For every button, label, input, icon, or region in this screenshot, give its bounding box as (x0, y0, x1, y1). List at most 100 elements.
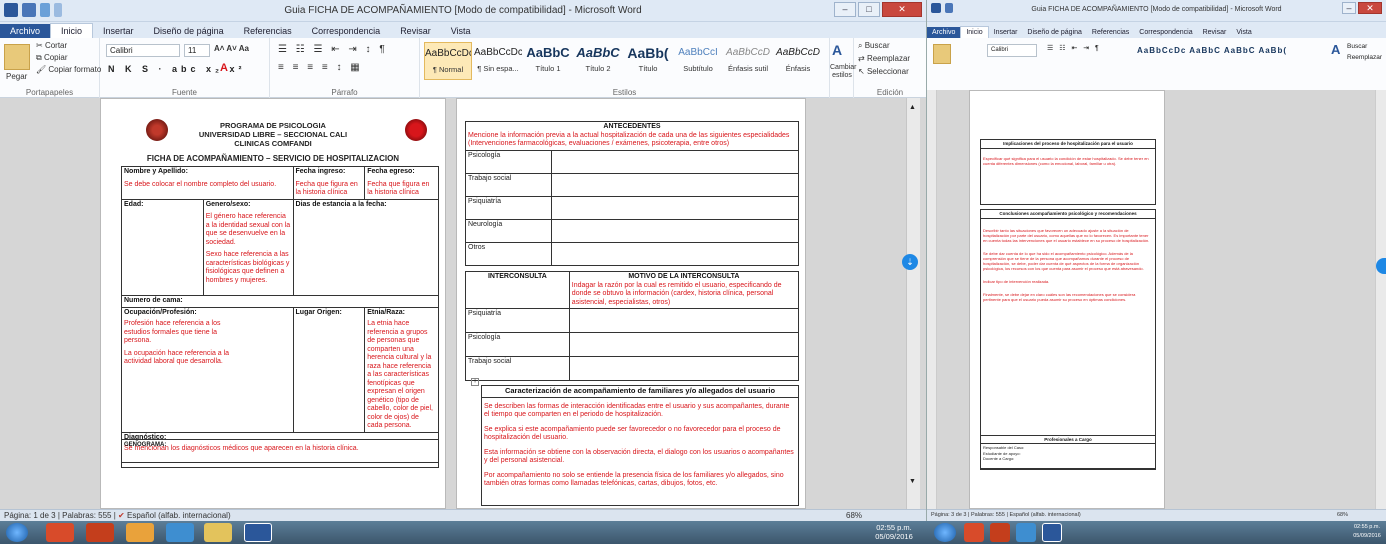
language-indicator[interactable]: Español (alfab. internacional) (1009, 512, 1080, 518)
caracterizacion-cell[interactable]: Se describen las formas de interacción i… (481, 396, 799, 506)
table-move-handle-icon[interactable]: + (471, 378, 479, 386)
replace-button[interactable]: Reemplazar (1347, 54, 1382, 61)
system-clock[interactable]: 02:55 p.m. 05/09/2016 (1350, 523, 1384, 541)
tab-vista[interactable]: Vista (441, 24, 481, 38)
grow-shrink-font-icon[interactable]: A˄ A˅ Aa (214, 44, 249, 53)
start-button-icon[interactable] (6, 523, 28, 542)
style-enfasis[interactable]: AaBbCcD Énfasis (774, 42, 822, 80)
style-enfasis-sutil[interactable]: AaBbCcD Énfasis sutil (724, 42, 772, 80)
tab-insertar[interactable]: Insertar (93, 24, 144, 38)
powerpoint-icon[interactable] (86, 523, 114, 542)
style-sin-espaciado[interactable]: AaBbCcDc ¶ Sin espa... (474, 42, 522, 80)
find-button[interactable]: Buscar (1347, 43, 1367, 50)
document-workspace[interactable]: PROGRAMA DE PSICOLOGIA UNIVERSIDAD LIBRE… (0, 98, 926, 509)
tab-referencias[interactable]: Referencias (234, 24, 302, 38)
style-titulo-1[interactable]: AaBbC Título 1 (524, 42, 572, 80)
scroll-up-icon[interactable]: ▲ (909, 104, 918, 112)
close-button[interactable]: ✕ (882, 2, 922, 17)
document-page-3[interactable]: Implicaciones del proceso de hospitaliza… (969, 90, 1165, 509)
word-count[interactable]: Palabras: 555 (971, 512, 1005, 518)
tab-correspondencia[interactable]: Correspondencia (302, 24, 391, 38)
close-button[interactable]: ✕ (1358, 2, 1382, 14)
minimize-button[interactable]: – (834, 2, 856, 17)
system-clock[interactable]: 02:55 p.m. 05/09/2016 (866, 523, 922, 541)
antecedentes-value-cell[interactable] (550, 149, 800, 174)
ie-icon[interactable] (166, 523, 194, 542)
style-titulo-2[interactable]: AaBbC Título 2 (574, 42, 622, 80)
tab-archivo[interactable]: Archivo (0, 24, 51, 38)
minimize-button[interactable]: – (1342, 2, 1356, 14)
paste-button[interactable]: Pegar (6, 72, 27, 81)
tab-referencias[interactable]: Referencias (1087, 27, 1134, 38)
replace-button[interactable]: ⇄ Reemplazar (858, 54, 910, 63)
fecha-egreso-cell[interactable]: Fecha egreso: Fecha que figura en la his… (364, 166, 439, 200)
interconsulta-value-cell[interactable] (568, 332, 800, 357)
folder-icon[interactable] (204, 523, 232, 542)
page-count[interactable]: Página: 1 de 3 (4, 511, 56, 520)
maximize-button[interactable]: □ (858, 2, 880, 17)
copy-button[interactable]: ⧉ Copiar (36, 53, 68, 63)
implicaciones-cell[interactable]: Especificar qué significa para el usuari… (980, 147, 1156, 205)
start-button-icon[interactable] (934, 523, 956, 542)
ie-icon[interactable] (1016, 523, 1036, 542)
antecedentes-value-cell[interactable] (550, 195, 800, 220)
chrome-icon[interactable] (46, 523, 74, 542)
tab-inicio[interactable]: Inicio (50, 23, 94, 38)
vertical-scrollbar[interactable] (1375, 90, 1386, 509)
floating-assistant-icon[interactable]: ⇣ (902, 254, 918, 270)
list-buttons-icon[interactable]: ☰ ☷ ☰ ⇤ ⇥ ↕ ¶ (278, 44, 388, 55)
antecedentes-value-cell[interactable] (550, 241, 800, 266)
select-button[interactable]: ↖ Seleccionar (858, 67, 909, 76)
scroll-down-icon[interactable]: ▼ (909, 478, 918, 486)
media-icon[interactable] (126, 523, 154, 542)
genero-cell[interactable]: Genero/sexo: El género hace referencia a… (202, 198, 294, 296)
etnia-cell[interactable]: Etnia/Raza: La etnia hace referencia a g… (364, 306, 439, 433)
word-count[interactable]: Palabras: 555 (62, 511, 111, 520)
tab-vista[interactable]: Vista (1231, 27, 1256, 38)
tab-revisar[interactable]: Revisar (390, 24, 441, 38)
paste-icon[interactable] (933, 44, 951, 64)
lugar-origen-cell[interactable]: Lugar Origen: (292, 306, 366, 433)
font-name-box[interactable]: Calibri (987, 44, 1037, 57)
vertical-scrollbar[interactable]: ▲ ▼ (906, 98, 920, 509)
ocupacion-cell[interactable]: Ocupación/Profesión: Profesión hace refe… (121, 306, 294, 433)
tab-diseno-pagina[interactable]: Diseño de página (144, 24, 234, 38)
profesionales-cell[interactable]: Responsable del Caso: Estudiante de apoy… (980, 443, 1156, 470)
tab-correspondencia[interactable]: Correspondencia (1134, 27, 1197, 38)
change-styles-button[interactable]: Cambiar estilos (830, 64, 856, 80)
style-normal[interactable]: AaBbCcDc ¶ Normal (424, 42, 472, 80)
antecedentes-value-cell[interactable] (550, 172, 800, 197)
conclusiones-cell[interactable]: Describir tanto las situaciones que favo… (980, 217, 1156, 469)
zoom-level[interactable]: 68% (846, 510, 862, 521)
antecedentes-value-cell[interactable] (550, 218, 800, 243)
document-page-2[interactable]: ANTECEDENTES Mencione la información pre… (456, 98, 806, 509)
spellcheck-icon[interactable]: ✔ (118, 511, 125, 520)
cama-cell[interactable]: Numero de cama: (121, 294, 439, 308)
font-color-icon[interactable]: A (220, 62, 228, 74)
word-taskbar-icon[interactable] (1042, 523, 1062, 542)
style-subtitulo[interactable]: AaBbCcI Subtítulo (674, 42, 722, 80)
fecha-ingreso-cell[interactable]: Fecha ingreso: Fecha que figura en la hi… (292, 166, 366, 200)
styles-gallery[interactable]: AaBbCcDc AaBbC AaBbC AaBb( (1137, 46, 1287, 55)
tab-insertar[interactable]: Insertar (989, 27, 1023, 38)
language-indicator[interactable]: Español (alfab. internacional) (127, 511, 231, 520)
tab-inicio[interactable]: Inicio (960, 26, 989, 38)
tab-revisar[interactable]: Revisar (1198, 27, 1232, 38)
title-bar[interactable]: Guia FICHA DE ACOMPAÑAMIENTO [Modo de co… (927, 0, 1386, 22)
interconsulta-value-cell[interactable] (568, 308, 800, 333)
paragraph-buttons-icon[interactable]: ☰ ☷ ⇤ ⇥ ¶ (1047, 44, 1101, 52)
page-count[interactable]: Página: 3 de 3 (931, 512, 966, 518)
cut-button[interactable]: ✂ Cortar (36, 41, 67, 50)
format-painter-button[interactable]: 🖌 Copiar formato (36, 65, 101, 74)
tab-diseno-pagina[interactable]: Diseño de página (1022, 27, 1087, 38)
style-titulo[interactable]: AaBb( Título (624, 42, 672, 80)
align-buttons-icon[interactable]: ≡ ≡ ≡ ≡ ↕ ▦ (278, 62, 363, 73)
nombre-cell[interactable]: Nombre y Apellido: Se debe colocar el no… (121, 166, 294, 200)
floating-assistant-icon[interactable] (1376, 258, 1386, 274)
dias-estancia-cell[interactable]: Dias de estancia a la fecha: (292, 198, 440, 296)
tab-archivo[interactable]: Archivo (927, 27, 961, 38)
genograma-cell[interactable]: GENOGRAMA: (121, 439, 439, 468)
document-workspace[interactable]: Implicaciones del proceso de hospitaliza… (927, 90, 1386, 509)
interconsulta-value-cell[interactable] (568, 356, 800, 381)
font-size-box[interactable]: 11 (184, 44, 210, 57)
